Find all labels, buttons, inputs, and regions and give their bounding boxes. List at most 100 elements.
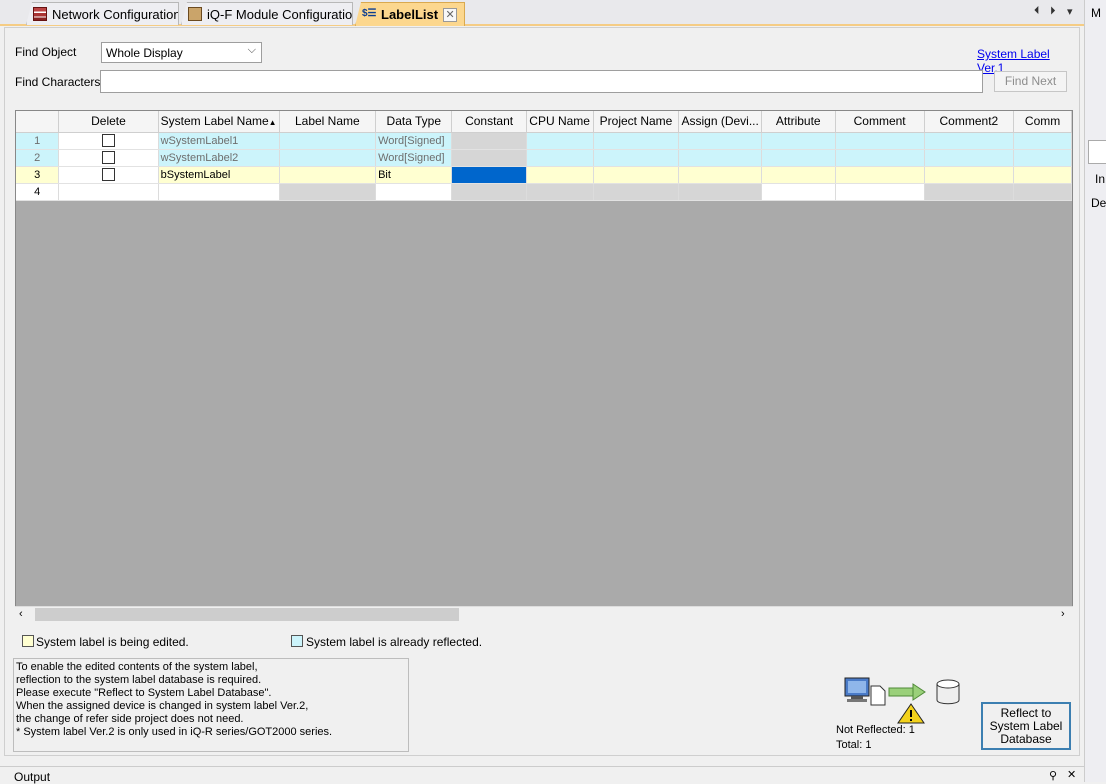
system-label-name-cell[interactable]: bSystemLabel (158, 166, 280, 184)
delete-cell (58, 132, 159, 150)
document-icon (870, 685, 886, 706)
cpu-name-cell[interactable] (526, 166, 594, 184)
info-line: reflection to the system label database … (16, 674, 262, 686)
reflect-to-system-label-database-button[interactable]: Reflect to System Label Database (981, 702, 1071, 750)
system-label-name-cell[interactable]: wSystemLabel1 (158, 132, 280, 150)
column-header-cpu-name[interactable]: CPU Name (526, 111, 594, 133)
assign-cell[interactable] (678, 149, 762, 167)
column-header-label-name[interactable]: Label Name (279, 111, 377, 133)
delete-cell (58, 149, 159, 167)
constant-cell[interactable] (451, 132, 527, 150)
network-config-icon (33, 7, 47, 21)
dock-panel-box (1088, 140, 1106, 164)
column-header-comment[interactable]: Comment (835, 111, 925, 133)
comment3-cell[interactable] (1013, 183, 1072, 201)
constant-cell[interactable] (451, 183, 527, 201)
table-row[interactable]: 2 wSystemLabel2 Word[Signed] (16, 149, 1072, 167)
row-number[interactable]: 1 (16, 132, 60, 150)
project-name-cell[interactable] (593, 183, 680, 201)
cpu-name-cell[interactable] (526, 183, 594, 201)
comment-cell[interactable] (835, 166, 925, 184)
column-header-attribute[interactable]: Attribute (761, 111, 836, 133)
attribute-cell[interactable] (761, 183, 836, 201)
dock-tab-m[interactable]: M (1091, 6, 1101, 20)
delete-checkbox[interactable] (101, 134, 115, 147)
label-name-cell[interactable] (279, 183, 377, 201)
data-type-cell[interactable]: Bit (375, 166, 453, 184)
attribute-cell[interactable] (761, 149, 836, 167)
column-header-constant[interactable]: Constant (451, 111, 527, 133)
comment3-cell[interactable] (1013, 132, 1072, 150)
table-row[interactable]: 1 wSystemLabel1 Word[Signed] (16, 132, 1072, 150)
assign-cell[interactable] (678, 183, 762, 201)
row-number[interactable]: 2 (16, 149, 60, 167)
scroll-right-icon[interactable]: › (1061, 608, 1065, 620)
scrollbar-thumb[interactable] (35, 608, 459, 621)
column-header-delete[interactable]: Delete (58, 111, 159, 133)
tab-list-menu-icon[interactable]: ▾ (1067, 5, 1073, 18)
column-header-comment3[interactable]: Comm (1013, 111, 1072, 133)
comment-cell[interactable] (835, 149, 925, 167)
table-row[interactable]: 3 bSystemLabel Bit (16, 166, 1072, 184)
dock-tab-in[interactable]: In (1095, 172, 1105, 186)
warning-icon (897, 703, 925, 724)
find-object-label: Find Object (15, 45, 77, 59)
project-name-cell[interactable] (593, 166, 680, 184)
tab-labellist[interactable]: $☰ LabelList ✕ (355, 2, 465, 26)
label-grid[interactable]: Delete System Label Name▲ Label Name Dat… (15, 110, 1073, 622)
comment3-cell[interactable] (1013, 149, 1072, 167)
cpu-name-cell[interactable] (526, 149, 594, 167)
comment3-cell[interactable] (1013, 166, 1072, 184)
comment-cell[interactable] (835, 183, 925, 201)
pin-icon[interactable]: ⚲ (1049, 769, 1057, 782)
data-type-cell[interactable]: Word[Signed] (375, 132, 453, 150)
column-header-data-type[interactable]: Data Type (375, 111, 453, 133)
scroll-tabs-right-icon[interactable]: ⏵ (1050, 5, 1056, 18)
label-name-cell[interactable] (279, 132, 377, 150)
output-panel-header[interactable]: Output ⚲ ✕ (0, 766, 1084, 784)
delete-checkbox[interactable] (101, 168, 115, 181)
assign-cell[interactable] (678, 166, 762, 184)
cpu-name-cell[interactable] (526, 132, 594, 150)
system-label-name-cell[interactable]: wSystemLabel2 (158, 149, 280, 167)
comment2-cell[interactable] (924, 166, 1015, 184)
find-characters-input[interactable] (100, 70, 983, 93)
label-name-cell[interactable] (279, 149, 377, 167)
data-type-cell[interactable]: Word[Signed] (375, 149, 453, 167)
scroll-left-icon[interactable]: ‹ (19, 608, 23, 620)
row-number[interactable]: 4 (16, 183, 60, 201)
row-number[interactable]: 3 (16, 166, 60, 184)
module-config-icon (188, 7, 202, 21)
label-name-cell[interactable] (279, 166, 377, 184)
close-icon[interactable]: ✕ (443, 7, 458, 22)
constant-cell[interactable] (451, 149, 527, 167)
legend-editing-text: System label is being edited. (36, 635, 189, 649)
column-header-assign-device[interactable]: Assign (Devi... (678, 111, 762, 133)
comment2-cell[interactable] (924, 132, 1015, 150)
column-header-system-label-name[interactable]: System Label Name▲ (158, 111, 280, 133)
comment2-cell[interactable] (924, 149, 1015, 167)
column-header-comment2[interactable]: Comment2 (924, 111, 1015, 133)
data-type-cell[interactable] (375, 183, 453, 201)
reflect-button-label: Reflect to System Label Database (989, 705, 1063, 746)
attribute-cell[interactable] (761, 132, 836, 150)
find-next-button[interactable]: Find Next (994, 71, 1067, 92)
system-label-name-cell[interactable] (158, 183, 280, 201)
assign-cell[interactable] (678, 132, 762, 150)
scroll-tabs-left-icon[interactable]: ⏴ (1034, 5, 1040, 18)
comment-cell[interactable] (835, 132, 925, 150)
tab-network-configuration[interactable]: Network Configuration (26, 2, 179, 25)
delete-checkbox[interactable] (101, 151, 115, 164)
info-line: the change of refer side project does no… (16, 713, 244, 725)
find-object-select[interactable]: Whole Display ⌵ (101, 42, 262, 63)
column-header-project-name[interactable]: Project Name (593, 111, 680, 133)
right-dock-panel: M In De (1084, 0, 1106, 782)
tab-iqf-module-configuration[interactable]: iQ-F Module Configuration (181, 2, 353, 25)
project-name-cell[interactable] (593, 132, 680, 150)
table-row-new[interactable]: 4 (16, 183, 1072, 201)
project-name-cell[interactable] (593, 149, 680, 167)
constant-cell-selected[interactable] (451, 166, 527, 184)
attribute-cell[interactable] (761, 166, 836, 184)
close-icon[interactable]: ✕ (1067, 768, 1076, 781)
comment2-cell[interactable] (924, 183, 1015, 201)
